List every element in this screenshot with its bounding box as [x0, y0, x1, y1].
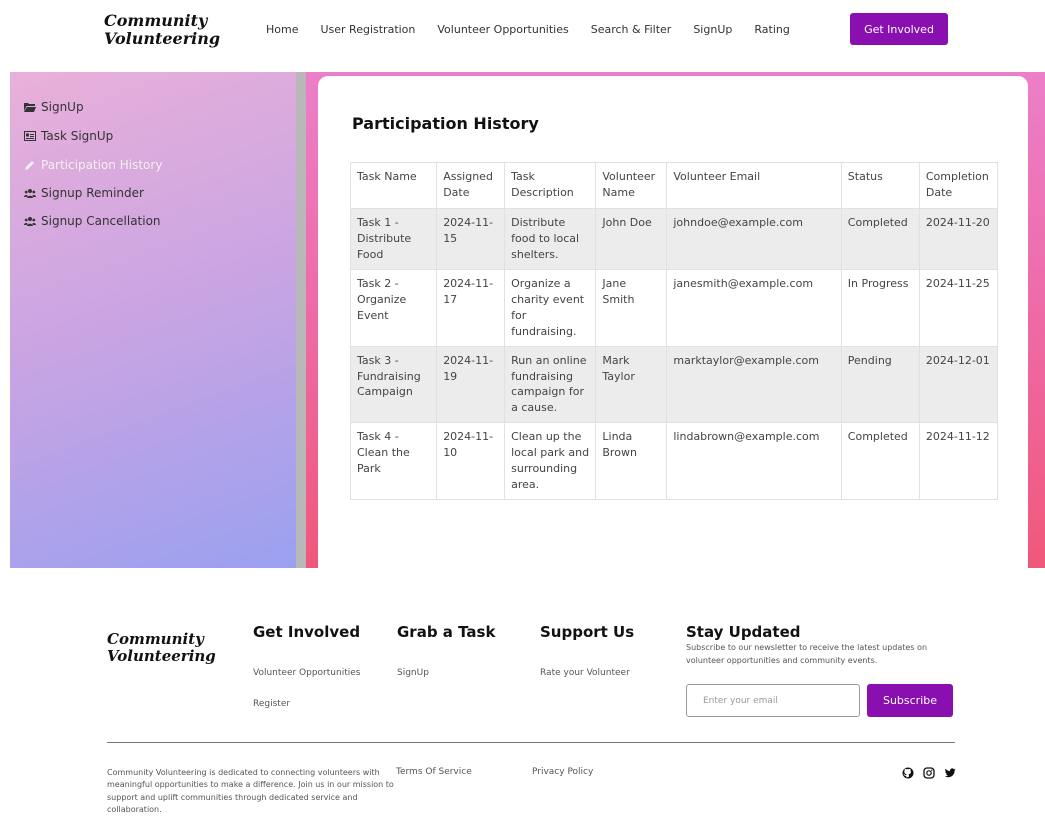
column-header: Task Description: [504, 162, 597, 209]
nav-volunteer-opportunities[interactable]: Volunteer Opportunities: [437, 23, 568, 36]
main-band: SignUp Task SignUp Participation History…: [10, 72, 1045, 568]
table-cell: marktaylor@example.com: [666, 345, 842, 424]
page-title: Participation History: [352, 114, 539, 133]
sidebar-item-label: Participation History: [41, 158, 163, 172]
brand-line-1: Community: [104, 11, 208, 30]
participation-table: Task Name Assigned Date Task Description…: [349, 162, 999, 501]
brand-logo[interactable]: Community Volunteering: [104, 12, 220, 47]
subscribe-button[interactable]: Subscribe: [867, 684, 953, 717]
footer-get-involved-title: Get Involved: [253, 623, 361, 641]
sidebar-item-label: Signup Cancellation: [41, 214, 161, 228]
folder-open-icon: [24, 103, 36, 112]
table-header-row: Task Name Assigned Date Task Description…: [349, 162, 999, 209]
sidebar-divider: [296, 72, 306, 568]
sidebar-item-signup[interactable]: SignUp: [24, 100, 84, 114]
table-cell: Completed: [840, 422, 920, 501]
newsletter-email-input[interactable]: Enter your email: [686, 684, 860, 717]
users-icon: [24, 217, 36, 226]
column-header: Task Name: [349, 162, 438, 209]
table-row: Task 4 - Clean the Park 2024-11-10 Clean…: [349, 422, 999, 501]
nav-search-filter[interactable]: Search & Filter: [591, 23, 672, 36]
column-header: Volunteer Email: [666, 162, 842, 209]
table-cell: Clean up the local park and surrounding …: [504, 422, 597, 501]
nav-rating[interactable]: Rating: [754, 23, 789, 36]
table-cell: Organize a charity event for fundraising…: [504, 268, 597, 347]
sidebar-item-participation-history[interactable]: Participation History: [24, 158, 162, 172]
nav-user-registration[interactable]: User Registration: [320, 23, 415, 36]
newsletter-description: Subscribe to our newsletter to receive t…: [686, 643, 928, 665]
id-card-icon: [24, 131, 36, 141]
table-cell: Task 2 - Organize Event: [349, 268, 438, 347]
footer-link-volunteer-opportunities[interactable]: Volunteer Opportunities: [253, 668, 360, 678]
table-row: Task 2 - Organize Event 2024-11-17 Organ…: [349, 268, 999, 347]
table-cell: 2024-11-20: [918, 208, 999, 270]
get-involved-button[interactable]: Get Involved: [850, 13, 948, 45]
table-cell: John Doe: [595, 208, 668, 270]
main-nav: Home User Registration Volunteer Opportu…: [266, 23, 812, 36]
footer-link-signup[interactable]: SignUp: [397, 668, 429, 678]
table-row: Task 1 - Distribute Food 2024-11-15 Dist…: [349, 208, 999, 270]
table-cell: In Progress: [840, 268, 920, 347]
pencil-icon: [25, 161, 34, 170]
table-cell: Completed: [840, 208, 920, 270]
table-cell: 2024-11-25: [918, 268, 999, 347]
table-cell: Run an online fundraising campaign for a…: [504, 345, 597, 424]
footer-about-text: Community Volunteering is dedicated to c…: [107, 768, 394, 815]
table-cell: 2024-12-01: [918, 345, 999, 424]
table-cell: lindabrown@example.com: [666, 422, 842, 501]
sidebar-item-signup-reminder[interactable]: Signup Reminder: [24, 186, 144, 200]
table-cell: Linda Brown: [595, 422, 668, 501]
table-cell: 2024-11-17: [436, 268, 506, 347]
github-icon[interactable]: [902, 767, 914, 779]
table-cell: 2024-11-10: [436, 422, 506, 501]
table-cell: Task 4 - Clean the Park: [349, 422, 438, 501]
content-area: Participation History Task Name Assigned…: [306, 72, 1045, 568]
column-header: Completion Date: [918, 162, 999, 209]
sidebar-item-label: SignUp: [41, 100, 84, 114]
brand-line-2: Volunteering: [104, 28, 221, 48]
table-cell: Task 1 - Distribute Food: [349, 208, 438, 270]
footer-divider: [107, 742, 955, 743]
table-cell: 2024-11-12: [918, 422, 999, 501]
sidebar-item-task-signup[interactable]: Task SignUp: [24, 129, 113, 143]
nav-home[interactable]: Home: [266, 23, 298, 36]
footer-grab-task-title: Grab a Task: [397, 623, 496, 641]
sidebar-item-label: Task SignUp: [41, 129, 114, 143]
brand-line-1: Community: [107, 630, 204, 648]
footer-link-rate-volunteer[interactable]: Rate your Volunteer: [540, 668, 630, 678]
footer-link-register[interactable]: Register: [253, 699, 290, 709]
top-header: Community Volunteering Home User Registr…: [0, 0, 1045, 68]
column-header: Assigned Date: [436, 162, 506, 209]
table-cell: Mark Taylor: [595, 345, 668, 424]
table-cell: janesmith@example.com: [666, 268, 842, 347]
nav-signup[interactable]: SignUp: [693, 23, 732, 36]
table-row: Task 3 - Fundraising Campaign 2024-11-19…: [349, 345, 999, 424]
privacy-policy-link[interactable]: Privacy Policy: [532, 767, 593, 777]
footer-support-title: Support Us: [540, 623, 635, 641]
table-cell: 2024-11-15: [436, 208, 506, 270]
users-icon: [24, 189, 36, 198]
table-cell: johndoe@example.com: [666, 208, 842, 270]
table-cell: Task 3 - Fundraising Campaign: [349, 345, 438, 424]
table-cell: Pending: [840, 345, 920, 424]
sidebar: SignUp Task SignUp Participation History…: [10, 72, 296, 568]
column-header: Status: [840, 162, 920, 209]
footer-stay-updated-title: Stay Updated: [686, 623, 801, 641]
sidebar-item-signup-cancellation[interactable]: Signup Cancellation: [24, 214, 161, 228]
brand-line-2: Volunteering: [107, 646, 216, 665]
table-cell: Jane Smith: [595, 268, 668, 347]
instagram-icon[interactable]: [923, 767, 935, 779]
footer-logo[interactable]: Community Volunteering: [107, 631, 216, 664]
table-cell: 2024-11-19: [436, 345, 506, 424]
sidebar-item-label: Signup Reminder: [41, 186, 144, 200]
terms-of-service-link[interactable]: Terms Of Service: [396, 767, 472, 777]
table-cell: Distribute food to local shelters.: [504, 208, 597, 270]
history-card: Participation History Task Name Assigned…: [318, 76, 1028, 568]
twitter-icon[interactable]: [944, 767, 956, 779]
column-header: Volunteer Name: [595, 162, 668, 209]
